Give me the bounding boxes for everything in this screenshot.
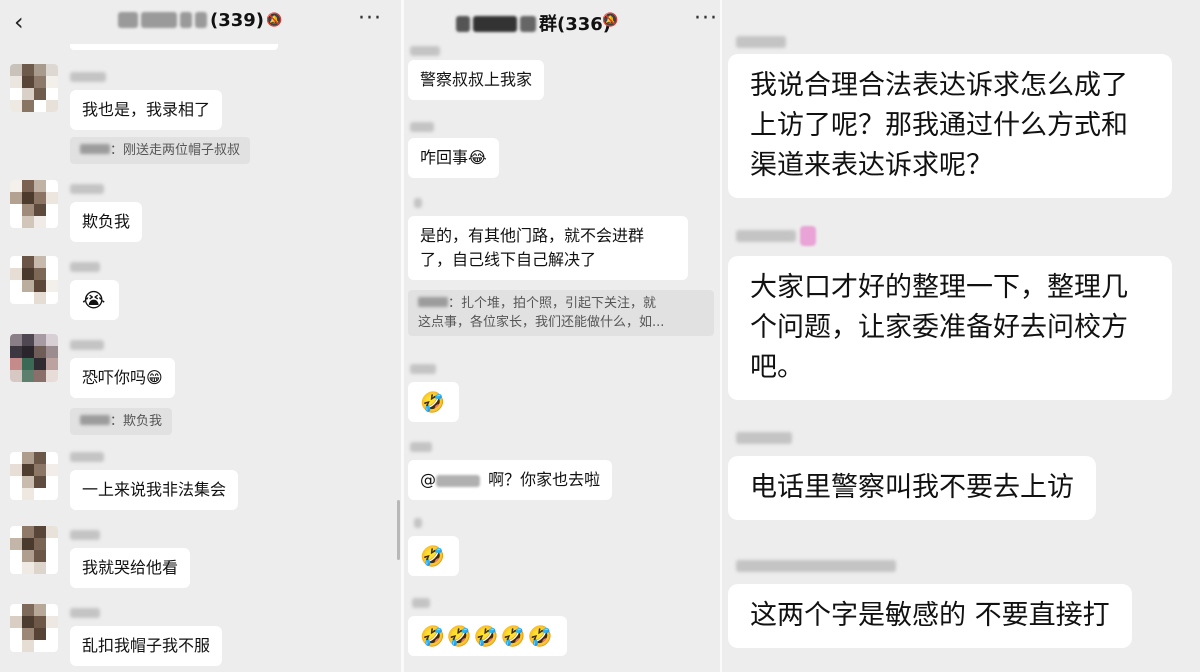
message-bubble: 恐吓你吗😁 <box>70 358 175 398</box>
message-bubble: 大家口才好的整理一下，整理几个问题，让家委准备好去问校方吧。 <box>728 256 1172 400</box>
blurred-quote-name <box>418 297 448 307</box>
message-bubble: 我就哭给他看 <box>70 548 191 588</box>
sender-name <box>70 184 104 194</box>
message-bubble: 😭 <box>70 280 120 320</box>
sender-badge-icon <box>800 226 816 246</box>
avatar[interactable] <box>10 180 58 228</box>
chat-header: 群(336) 🔕 ··· <box>404 0 720 44</box>
avatar[interactable] <box>10 334 58 382</box>
message-bubble: 电话里警察叫我不要去上访 <box>728 456 1096 520</box>
scrollbar[interactable] <box>397 500 400 560</box>
blurred-group-name <box>456 16 470 32</box>
avatar[interactable] <box>10 526 58 574</box>
group-title-text: 群(336) <box>539 14 612 35</box>
chat-panel-middle: 群(336) 🔕 ··· 警察叔叔上我家 咋回事😂 是的，有其他门路，就不会进群… <box>404 0 720 672</box>
sender-name <box>70 72 106 82</box>
sender-name <box>736 36 786 48</box>
quoted-reply: ：欺负我 <box>70 408 173 435</box>
message-bubble: 乱扣我帽子我不服 <box>70 626 223 666</box>
sender-name <box>70 530 100 540</box>
sender-name <box>410 46 440 56</box>
quote-text: 这点事，各位家长，我们还能做什么，如... <box>418 315 665 330</box>
more-options-icon[interactable]: ··· <box>358 6 382 31</box>
back-arrow-icon[interactable]: ‹ <box>14 8 24 36</box>
previous-bubble-edge <box>70 44 278 50</box>
avatar[interactable] <box>10 256 58 304</box>
avatar[interactable] <box>10 604 58 652</box>
more-options-icon[interactable]: ··· <box>694 6 718 31</box>
quote-text: ：扎个堆，拍个照，引起下关注，就 <box>448 296 657 311</box>
chat-title: (339) <box>118 10 264 31</box>
chat-header: ‹ (339) 🔕 ··· <box>0 0 401 44</box>
chat-panel-left: ‹ (339) 🔕 ··· 我也是，我录相了 ：刚送走两位帽子叔叔 欺负我 😭 <box>0 0 401 672</box>
message-bubble: 一上来说我非法集会 <box>70 470 239 510</box>
blurred-quote-name <box>80 144 110 154</box>
message-bubble: 🤣 <box>408 382 459 422</box>
sender-name <box>410 122 434 132</box>
group-member-count: (339) <box>210 10 265 31</box>
blurred-group-name <box>520 16 536 32</box>
sender-name <box>736 432 792 444</box>
quote-text: ：刚送走两位帽子叔叔 <box>110 143 241 158</box>
blurred-group-name <box>195 12 207 28</box>
blurred-quote-name <box>80 415 110 425</box>
quoted-reply: ：刚送走两位帽子叔叔 <box>70 137 251 164</box>
sender-name <box>410 442 432 452</box>
message-bubble: 警察叔叔上我家 <box>408 60 545 100</box>
blurred-group-name <box>141 12 177 28</box>
mute-bell-icon: 🔕 <box>602 13 619 28</box>
mute-bell-icon: 🔕 <box>266 13 283 28</box>
message-bubble: 咋回事😂 <box>408 138 499 178</box>
message-bubble: 🤣 <box>408 536 459 576</box>
message-bubble: 🤣🤣🤣🤣🤣 <box>408 616 567 656</box>
sender-name <box>70 262 100 272</box>
mention-at: @ <box>420 470 436 489</box>
chat-title: 群(336) <box>456 10 611 36</box>
blurred-mention-name <box>436 475 480 487</box>
message-line: 是的，有其他门路，就不会进群 <box>420 226 645 245</box>
message-bubble: @ 啊？你家也去啦 <box>408 460 613 500</box>
sender-name <box>412 598 430 608</box>
sender-name <box>410 364 436 374</box>
sender-name <box>70 340 104 350</box>
blurred-group-name <box>118 12 138 28</box>
chat-panel-right: 我说合理合法表达诉求怎么成了上访了呢？那我通过什么方式和渠道来表达诉求呢？ 大家… <box>722 0 1200 672</box>
message-bubble: 这两个字是敏感的 不要直接打 <box>728 584 1132 648</box>
sender-name <box>414 198 422 208</box>
avatar[interactable] <box>10 64 58 112</box>
message-bubble: 我说合理合法表达诉求怎么成了上访了呢？那我通过什么方式和渠道来表达诉求呢？ <box>728 54 1172 198</box>
message-line: 了，自己线下自己解决了 <box>420 250 597 269</box>
message-bubble: 是的，有其他门路，就不会进群 了，自己线下自己解决了 <box>408 216 688 280</box>
sender-name <box>414 518 422 528</box>
quoted-reply: ：扎个堆，拍个照，引起下关注，就 这点事，各位家长，我们还能做什么，如... <box>408 290 714 336</box>
sender-name <box>736 560 896 572</box>
sender-name <box>736 230 796 242</box>
sender-name <box>70 608 100 618</box>
blurred-group-name <box>473 16 517 32</box>
message-text: 啊？你家也去啦 <box>488 470 601 489</box>
quote-text: ：欺负我 <box>110 414 163 429</box>
sender-name <box>70 452 104 462</box>
blurred-group-name <box>180 12 192 28</box>
message-bubble: 欺负我 <box>70 202 143 242</box>
avatar[interactable] <box>10 452 58 500</box>
message-bubble: 我也是，我录相了 <box>70 90 223 130</box>
